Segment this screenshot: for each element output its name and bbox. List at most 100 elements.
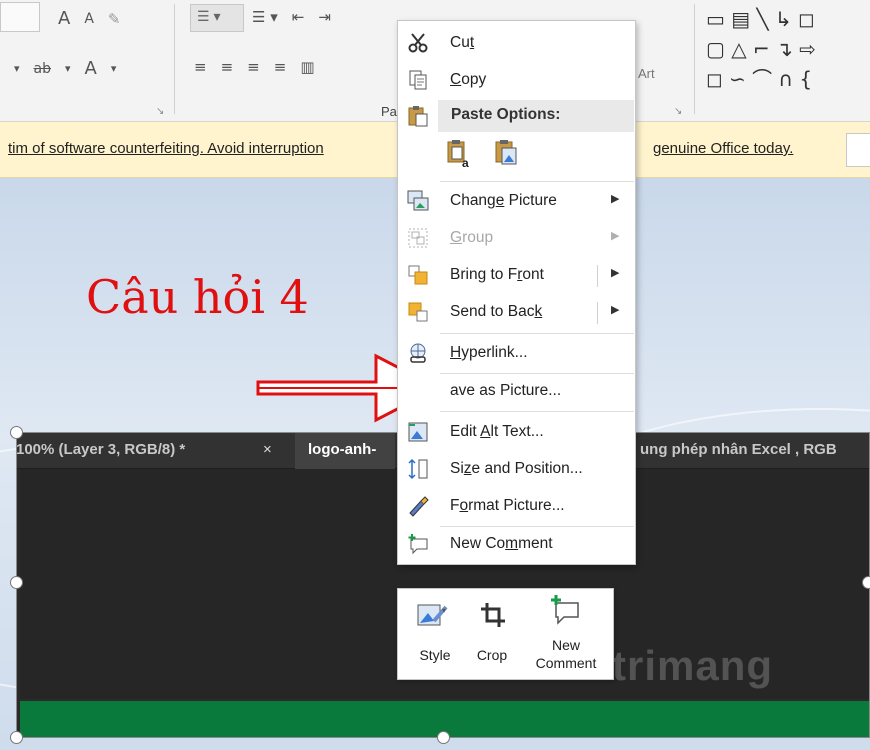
bullets-icon: ☰ ▾ bbox=[197, 8, 221, 24]
resize-handle[interactable] bbox=[437, 731, 450, 744]
crop-button[interactable]: Crop bbox=[468, 589, 516, 681]
wordart-dialog-launcher[interactable]: ↘ bbox=[674, 106, 682, 117]
warning-text-left[interactable]: tim of software counterfeiting. Avoid in… bbox=[8, 140, 324, 157]
menu-item-edit-alt-text[interactable]: Edit Alt Text... bbox=[398, 414, 635, 451]
paragraph-row-1: ☰ ▾ ⇤ ⇥ bbox=[252, 8, 345, 26]
submenu-arrow-icon[interactable]: ▶ bbox=[611, 266, 619, 279]
split-divider bbox=[597, 302, 598, 324]
menu-item-label: Edit Alt Text... bbox=[450, 423, 544, 440]
menu-item-label: Copy bbox=[450, 71, 487, 88]
strikethrough-button[interactable]: ab bbox=[34, 61, 51, 77]
clear-formatting-icon[interactable]: ✎ bbox=[108, 10, 121, 28]
size-position-icon bbox=[408, 458, 428, 480]
dropdown-chevron-icon[interactable]: ▾ bbox=[111, 62, 117, 75]
menu-item-label: Bring to Front bbox=[450, 266, 544, 283]
document-tab: 100% (Layer 3, RGB/8) * bbox=[16, 441, 185, 458]
split-divider bbox=[597, 265, 598, 287]
menu-item-format-picture[interactable]: Format Picture... bbox=[398, 488, 635, 525]
shapes-row-3: ◻ ∽ ⌒ ∩ { bbox=[706, 67, 813, 91]
new-comment-button[interactable]: New Comment bbox=[530, 589, 602, 681]
menu-item-label: Cut bbox=[450, 34, 475, 51]
menu-separator bbox=[440, 181, 634, 182]
menu-item-label: Size and Position... bbox=[450, 460, 583, 477]
ribbon-divider bbox=[174, 4, 175, 114]
font-color-button[interactable]: A bbox=[85, 58, 97, 79]
grow-font-button[interactable]: A bbox=[58, 8, 70, 29]
paste-picture-icon[interactable] bbox=[494, 139, 520, 169]
paragraph-row-2: ≡ ≡ ≡ ≡ ▥ bbox=[194, 58, 329, 76]
shrink-font-button[interactable]: A bbox=[84, 11, 94, 27]
shapes-row-2: ▢ △ ⌐ ↴ ⇨ bbox=[706, 37, 816, 61]
resize-handle[interactable] bbox=[10, 576, 23, 589]
menu-item-cut[interactable]: Cut bbox=[398, 25, 635, 62]
hyperlink-globe-icon bbox=[410, 343, 426, 363]
font-size-box[interactable] bbox=[0, 2, 40, 32]
style-button[interactable]: ▾ Style bbox=[410, 589, 460, 681]
increase-indent-icon[interactable]: ⇥ bbox=[318, 8, 331, 26]
bullets-dropdown[interactable]: ☰ ▾ bbox=[190, 4, 244, 32]
question-title[interactable]: Câu hỏi 4 bbox=[86, 270, 309, 324]
warning-action-button[interactable] bbox=[846, 133, 870, 167]
context-menu: Cut Copy Paste Options: a Change Picture… bbox=[397, 20, 636, 565]
align-center-icon[interactable]: ≡ bbox=[221, 58, 234, 76]
menu-separator bbox=[440, 333, 634, 334]
menu-item-label: ave as Picture... bbox=[450, 382, 562, 399]
menu-item-change-picture[interactable]: Change Picture ▶ bbox=[398, 183, 635, 220]
new-comment-icon bbox=[408, 534, 428, 555]
columns-icon[interactable]: ▥ bbox=[300, 58, 314, 76]
scissors-icon bbox=[408, 33, 428, 53]
close-icon: × bbox=[263, 441, 272, 458]
resize-handle[interactable] bbox=[10, 426, 23, 439]
shapes-row-1: ▭ ▤ ╲ ↳ ◻ bbox=[706, 7, 815, 31]
menu-item-size-and-position[interactable]: Size and Position... bbox=[398, 451, 635, 488]
wordart-group-label: Art bbox=[638, 66, 655, 81]
menu-item-bring-to-front[interactable]: Bring to Front ▶ bbox=[398, 257, 635, 294]
resize-handle[interactable] bbox=[10, 731, 23, 744]
picture-style-icon: ▾ bbox=[417, 604, 448, 626]
menu-item-label: Format Picture... bbox=[450, 497, 565, 514]
menu-item-send-to-back[interactable]: Send to Back ▶ bbox=[398, 294, 635, 331]
svg-text:▾: ▾ bbox=[442, 606, 446, 615]
document-tab-label: 100% (Layer 3, RGB/8) * bbox=[16, 441, 186, 458]
alt-text-icon bbox=[408, 422, 428, 442]
shapes-gallery[interactable]: ▭ ▤ ╲ ↳ ◻ ▢ △ ⌐ ↴ ⇨ ◻ ∽ ⌒ ∩ { bbox=[706, 4, 870, 94]
watermark-text: trimang bbox=[612, 642, 774, 689]
paste-options-label: Paste Options: bbox=[451, 106, 561, 123]
dropdown-chevron-icon[interactable]: ▾ bbox=[14, 62, 20, 75]
document-tab: ung phép nhân Excel , RGB bbox=[640, 441, 837, 458]
font-dialog-launcher[interactable]: ↘ bbox=[156, 106, 164, 117]
menu-item-label: Change Picture bbox=[450, 192, 557, 209]
svg-text:a: a bbox=[462, 156, 469, 169]
copy-icon bbox=[409, 70, 427, 90]
submenu-arrow-icon: ▶ bbox=[611, 230, 620, 242]
send-to-back-icon bbox=[408, 302, 428, 322]
bring-to-front-icon bbox=[408, 265, 428, 285]
menu-item-copy[interactable]: Copy bbox=[398, 62, 635, 99]
dropdown-chevron-icon[interactable]: ▾ bbox=[65, 62, 71, 75]
numbering-icon[interactable]: ☰ ▾ bbox=[252, 8, 278, 26]
new-comment-label-2: Comment bbox=[535, 655, 597, 671]
menu-item-hyperlink[interactable]: Hyperlink... bbox=[398, 335, 635, 372]
paste-icon bbox=[408, 106, 428, 127]
menu-item-label: New Comment bbox=[450, 535, 553, 552]
menu-item-save-as-picture[interactable]: ave as Picture... bbox=[398, 373, 635, 410]
warning-text-right[interactable]: genuine Office today. bbox=[653, 140, 793, 157]
ribbon-divider bbox=[694, 4, 695, 114]
style-label: Style bbox=[419, 647, 451, 663]
group-icon bbox=[408, 228, 428, 248]
decrease-indent-icon[interactable]: ⇤ bbox=[292, 8, 305, 26]
menu-item-group[interactable]: Group ▶ bbox=[398, 220, 635, 257]
align-left-icon[interactable]: ≡ bbox=[194, 58, 207, 76]
crop-label: Crop bbox=[476, 647, 508, 663]
paste-keep-text-icon[interactable]: a bbox=[446, 139, 472, 169]
align-right-icon[interactable]: ≡ bbox=[247, 58, 260, 76]
font-row-1: A A ✎ bbox=[58, 8, 134, 29]
menu-item-label: Send to Back bbox=[450, 303, 543, 320]
change-picture-icon bbox=[407, 190, 429, 211]
resize-handle[interactable] bbox=[862, 576, 870, 589]
new-comment-label-1: New bbox=[551, 637, 580, 653]
crop-icon bbox=[481, 603, 505, 627]
menu-item-new-comment[interactable]: New Comment bbox=[398, 526, 635, 563]
submenu-arrow-icon[interactable]: ▶ bbox=[611, 303, 619, 316]
justify-icon[interactable]: ≡ bbox=[274, 58, 287, 76]
